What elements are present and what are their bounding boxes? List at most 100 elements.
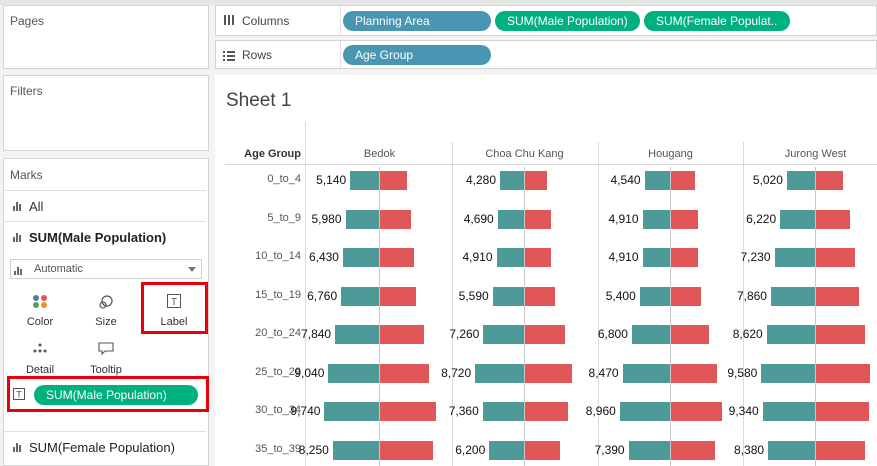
male-bar[interactable] (332, 440, 379, 460)
column-header: Hougang (648, 148, 693, 160)
filters-card[interactable]: Filters (3, 75, 209, 151)
male-value-label: 9,580 (727, 365, 758, 380)
rows-shelf[interactable]: Rows Age Group (215, 40, 877, 69)
color-icon (32, 294, 48, 311)
female-bar[interactable] (525, 440, 561, 460)
male-bar[interactable] (644, 171, 670, 190)
marks-all-row[interactable]: All (4, 190, 206, 221)
male-bar[interactable] (350, 171, 379, 190)
male-value-label: 9,740 (290, 404, 321, 418)
female-bar[interactable] (671, 440, 715, 460)
male-bar[interactable] (770, 286, 815, 306)
marks-female-row[interactable]: SUM(Female Population) (4, 431, 206, 462)
male-bar[interactable] (774, 248, 815, 267)
female-bar[interactable] (380, 286, 416, 306)
male-bar[interactable] (328, 363, 379, 383)
columns-pill-male[interactable]: SUM(Male Population) (495, 11, 640, 31)
female-bar[interactable] (525, 209, 551, 229)
female-bar[interactable] (525, 171, 548, 190)
male-bar[interactable] (496, 248, 524, 267)
male-bar[interactable] (768, 440, 815, 460)
female-bar[interactable] (525, 363, 573, 383)
female-bar[interactable] (816, 171, 843, 190)
male-bar[interactable] (492, 286, 524, 306)
female-bar[interactable] (525, 325, 565, 344)
female-bar[interactable] (671, 325, 710, 344)
male-bar[interactable] (335, 325, 379, 344)
male-bar[interactable] (631, 325, 670, 344)
male-bar[interactable] (642, 248, 670, 267)
male-bar[interactable] (786, 171, 815, 190)
female-bar[interactable] (816, 402, 870, 421)
label-field-highlight (7, 376, 209, 412)
male-bar[interactable] (628, 440, 670, 460)
male-bar[interactable] (761, 363, 815, 383)
female-bar[interactable] (816, 286, 859, 306)
column-header: Jurong West (784, 148, 847, 160)
male-bar[interactable] (642, 209, 670, 229)
female-bar[interactable] (525, 248, 552, 267)
columns-pill-female[interactable]: SUM(Female Populat.. (644, 11, 790, 31)
male-value-label: 6,200 (455, 442, 486, 457)
female-bar[interactable] (380, 171, 408, 190)
male-bar[interactable] (482, 402, 524, 421)
male-bar[interactable] (639, 286, 670, 306)
male-bar[interactable] (500, 171, 524, 190)
male-bar[interactable] (345, 209, 379, 229)
filters-title: Filters (10, 84, 43, 98)
female-bar[interactable] (380, 402, 436, 421)
detail-button[interactable]: Detail (10, 336, 70, 380)
male-value-label: 6,760 (307, 288, 338, 303)
female-bar[interactable] (816, 440, 866, 460)
female-bar[interactable] (816, 325, 866, 344)
male-value-label: 4,910 (462, 250, 493, 264)
female-bar[interactable] (671, 248, 698, 267)
female-bar[interactable] (380, 248, 414, 267)
male-value-label: 8,960 (585, 404, 616, 418)
column-header: Choa Chu Kang (485, 148, 564, 160)
mark-type-dropdown[interactable]: Automatic (10, 259, 202, 279)
marks-male-row[interactable]: SUM(Male Population) (4, 221, 206, 252)
row-label: 5_to_9 (267, 211, 301, 224)
male-value-label: 7,230 (740, 250, 771, 264)
male-bar[interactable] (497, 209, 524, 229)
male-bar[interactable] (483, 325, 524, 344)
male-bar[interactable] (780, 209, 815, 229)
detail-icon (32, 342, 48, 357)
female-bar[interactable] (525, 286, 555, 306)
female-bar[interactable] (816, 209, 850, 229)
male-value-label: 4,910 (608, 250, 639, 264)
female-bar[interactable] (671, 209, 698, 229)
male-bar[interactable] (762, 402, 815, 421)
male-bar[interactable] (475, 363, 524, 383)
male-value-label: 8,250 (298, 442, 329, 457)
male-bar[interactable] (324, 402, 379, 421)
female-bar[interactable] (380, 325, 424, 344)
female-bar[interactable] (380, 209, 412, 229)
male-bar[interactable] (342, 248, 379, 267)
male-bar[interactable] (622, 363, 670, 383)
female-bar[interactable] (671, 286, 701, 306)
row-header-age-group: Age Group (244, 148, 301, 160)
male-value-label: 7,390 (594, 442, 625, 457)
sheet-title: Sheet 1 (226, 90, 292, 111)
male-bar[interactable] (619, 402, 670, 421)
female-bar[interactable] (380, 440, 433, 460)
mark-type-value: Automatic (34, 263, 83, 275)
male-bar[interactable] (489, 440, 524, 460)
female-bar[interactable] (816, 248, 856, 267)
color-button[interactable]: Color (10, 288, 70, 332)
columns-shelf[interactable]: Columns Planning Area SUM(Male Populatio… (215, 5, 877, 36)
size-button[interactable]: Size (76, 288, 136, 332)
female-bar[interactable] (525, 402, 568, 421)
rows-pill-age-group[interactable]: Age Group (343, 45, 491, 65)
tooltip-button[interactable]: Tooltip (76, 336, 136, 380)
male-value-label: 7,260 (449, 327, 480, 341)
columns-pill-planning-area[interactable]: Planning Area (343, 11, 491, 31)
female-bar[interactable] (816, 363, 871, 383)
pages-card[interactable]: Pages (3, 5, 209, 69)
male-bar[interactable] (766, 325, 815, 344)
male-value-label: 7,360 (448, 404, 479, 418)
male-bar[interactable] (341, 286, 379, 306)
female-bar[interactable] (671, 171, 696, 190)
